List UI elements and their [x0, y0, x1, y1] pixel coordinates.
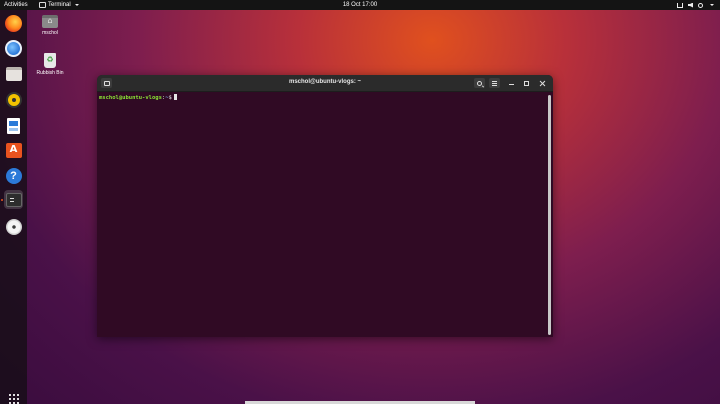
menu-button[interactable]: [489, 78, 500, 88]
dock-item-writer[interactable]: [4, 116, 23, 135]
ubuntu-software-icon: [5, 143, 22, 158]
terminal-window[interactable]: mschol@ubuntu-vlogs: ~ mschol@ubuntu-vlo…: [97, 75, 553, 337]
system-tray[interactable]: [677, 0, 714, 10]
trash-icon: [44, 53, 56, 68]
disc-icon: [5, 218, 22, 235]
dock-item-rhythmbox[interactable]: [4, 90, 23, 109]
dock-item-files[interactable]: [4, 64, 23, 83]
prompt-user: mschol@ubuntu-vlogs: [99, 95, 162, 101]
thunderbird-icon: [5, 40, 22, 57]
minimize-button[interactable]: [507, 79, 515, 87]
home-folder-icon: [42, 15, 58, 28]
help-icon: ?: [5, 167, 22, 184]
files-icon: [5, 66, 22, 81]
top-bar: Activities Terminal 18 Oct 17:00: [0, 0, 720, 10]
close-button[interactable]: [538, 79, 546, 87]
desktop-icon-label: Rubbish Bin: [36, 70, 64, 76]
maximize-button[interactable]: [522, 79, 530, 87]
close-icon: [539, 80, 546, 87]
network-icon[interactable]: [677, 2, 683, 8]
maximize-icon: [523, 80, 529, 86]
minimize-icon: [508, 84, 514, 85]
dock: ?: [0, 10, 27, 404]
clock[interactable]: 18 Oct 17:00: [0, 0, 720, 10]
running-indicator: [1, 199, 3, 201]
terminal-icon: [5, 192, 22, 207]
desktop-icon-home[interactable]: mschol: [35, 15, 65, 36]
window-titlebar[interactable]: mschol@ubuntu-vlogs: ~: [97, 75, 553, 92]
dock-item-disc[interactable]: [4, 217, 23, 236]
search-icon: [477, 80, 482, 86]
dock-item-software[interactable]: [4, 141, 23, 160]
power-icon[interactable]: [698, 2, 703, 8]
rhythmbox-icon: [5, 91, 22, 108]
dock-item-help[interactable]: ?: [4, 166, 23, 185]
prompt-symbol: $: [168, 95, 172, 101]
desktop-icon-trash[interactable]: Rubbish Bin: [35, 53, 65, 76]
dock-item-thunderbird[interactable]: [4, 39, 23, 58]
search-button[interactable]: [474, 78, 485, 88]
terminal-body[interactable]: mschol@ubuntu-vlogs:~$: [97, 92, 553, 337]
volume-icon[interactable]: [688, 2, 693, 8]
dock-item-terminal[interactable]: [4, 190, 23, 209]
show-applications-icon[interactable]: [8, 393, 19, 404]
text-cursor: [173, 94, 177, 100]
chevron-down-icon[interactable]: [710, 4, 714, 6]
libreoffice-writer-icon: [7, 117, 20, 134]
scrollbar[interactable]: [548, 95, 551, 335]
firefox-icon: [5, 15, 22, 32]
hamburger-menu-icon: [492, 80, 497, 86]
desktop-icon-label: mschol: [42, 30, 58, 36]
dock-item-firefox[interactable]: [4, 14, 23, 33]
